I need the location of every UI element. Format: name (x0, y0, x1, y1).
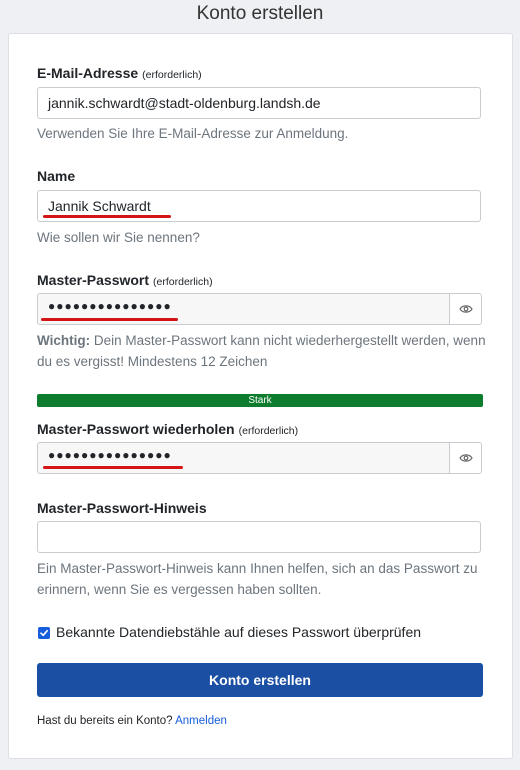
master-password-repeat-annotation-underline (43, 466, 183, 469)
master-password-repeat-label: Master-Passwort wiederholen (erforderlich… (37, 421, 298, 437)
master-password-toggle-visibility-button[interactable] (450, 293, 482, 325)
password-hint-label-text: Master-Passwort-Hinweis (37, 500, 207, 516)
master-password-repeat-toggle-visibility-button[interactable] (450, 442, 482, 474)
login-prompt: Hast du bereits ein Konto? Anmelden (37, 715, 227, 727)
eye-icon (458, 454, 473, 462)
email-label-text: E-Mail-Adresse (37, 65, 139, 81)
password-hint-input[interactable] (37, 521, 481, 553)
master-password-annotation-underline (41, 318, 178, 321)
name-input-value: Jannik Schwardt (48, 198, 151, 214)
checkmark-icon (40, 629, 48, 637)
name-annotation-underline (43, 215, 171, 218)
register-form-card: E-Mail-Adresse (erforderlich) jannik.schw… (8, 33, 513, 759)
login-prompt-text: Hast du bereits ein Konto? (37, 715, 173, 727)
master-password-repeat-input[interactable]: ●●●●●●●●●●●●●●● (37, 442, 450, 474)
master-password-label-text: Master-Passwort (37, 272, 150, 288)
master-password-hint-text: Dein Master-Passwort kann nicht wiederhe… (37, 333, 486, 369)
name-hint: Wie sollen wir Sie nennen? (37, 230, 200, 245)
name-label-text: Name (37, 168, 76, 184)
email-label: E-Mail-Adresse (erforderlich) (37, 65, 202, 81)
login-link[interactable]: Anmelden (175, 715, 227, 727)
master-password-required-note: (erforderlich) (153, 276, 213, 288)
master-password-label: Master-Passwort (erforderlich) (37, 272, 213, 288)
breach-check-checkbox[interactable] (38, 627, 50, 639)
email-input-value: jannik.schwardt@stadt-oldenburg.landsh.d… (48, 95, 321, 111)
eye-icon (458, 305, 473, 313)
password-strength-meter: Stark (37, 394, 483, 407)
master-password-hint-bold: Wichtig: (37, 333, 91, 348)
password-hint-help: Ein Master-Passwort-Hinweis kann Ihnen h… (37, 561, 478, 597)
create-account-button[interactable]: Konto erstellen (37, 663, 483, 697)
email-input[interactable]: jannik.schwardt@stadt-oldenburg.landsh.d… (37, 87, 481, 119)
breach-check-label[interactable]: Bekannte Datendiebstähle auf dieses Pass… (56, 624, 421, 640)
email-required-note: (erforderlich) (142, 69, 202, 81)
master-password-repeat-required-note: (erforderlich) (238, 425, 299, 437)
name-label: Name (37, 168, 75, 184)
page-title: Konto erstellen (196, 3, 324, 24)
email-hint: Verwenden Sie Ihre E-Mail-Adresse zur An… (37, 126, 349, 141)
master-password-repeat-label-text: Master-Passwort wiederholen (37, 421, 235, 437)
master-password-hint: Wichtig: Dein Master-Passwort kann nicht… (37, 330, 487, 372)
master-password-input-value: ●●●●●●●●●●●●●●● (48, 299, 172, 313)
password-hint-label: Master-Passwort-Hinweis (37, 500, 207, 516)
master-password-repeat-input-value: ●●●●●●●●●●●●●●● (48, 448, 172, 462)
